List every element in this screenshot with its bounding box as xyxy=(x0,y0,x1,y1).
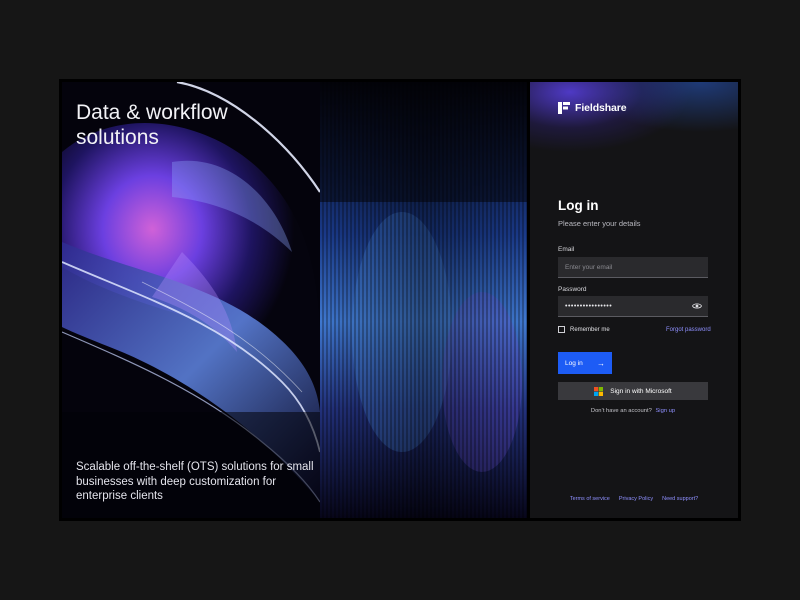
privacy-link[interactable]: Privacy Policy xyxy=(619,496,653,502)
password-label: Password xyxy=(558,286,587,293)
app-frame: Data & workflow solutions Scalable off-t… xyxy=(59,79,741,521)
eye-icon[interactable] xyxy=(692,302,702,310)
fieldshare-logo-icon xyxy=(558,102,570,114)
login-button[interactable]: Log in → xyxy=(558,352,612,374)
sign-in-microsoft-button[interactable]: Sign in with Microsoft xyxy=(558,382,708,400)
panel-header-glow xyxy=(530,82,738,192)
arrow-right-icon: → xyxy=(597,358,605,368)
no-account-text: Don’t have an account? xyxy=(590,408,652,414)
login-button-label: Log in xyxy=(565,359,583,367)
remember-me[interactable]: Remember me xyxy=(558,326,610,333)
hero-subtitle: Scalable off-the-shelf (OTS) solutions f… xyxy=(76,461,314,502)
signup-link[interactable]: Sign up xyxy=(655,408,675,414)
brand[interactable]: Fieldshare xyxy=(558,102,627,114)
remember-me-label: Remember me xyxy=(570,326,610,333)
email-label: Email xyxy=(558,246,575,253)
password-field[interactable] xyxy=(558,296,708,317)
microsoft-button-label: Sign in with Microsoft xyxy=(610,387,672,395)
footer-links: Terms of service Privacy Policy Need sup… xyxy=(530,496,738,502)
hero-panel: Data & workflow solutions Scalable off-t… xyxy=(62,82,527,518)
login-subtitle: Please enter your details xyxy=(558,219,641,228)
hero-title: Data & workflow solutions xyxy=(76,101,228,149)
forgot-password-link[interactable]: Forgot password xyxy=(666,327,711,333)
login-title: Log in xyxy=(558,198,599,213)
remember-me-checkbox[interactable] xyxy=(558,326,565,333)
email-field[interactable] xyxy=(558,257,708,278)
microsoft-logo-icon xyxy=(594,386,604,396)
support-link[interactable]: Need support? xyxy=(662,496,698,502)
terms-link[interactable]: Terms of service xyxy=(570,496,610,502)
login-panel: Fieldshare Log in Please enter your deta… xyxy=(530,82,738,518)
brand-name: Fieldshare xyxy=(575,102,627,114)
signup-row: Don’t have an account? Sign up xyxy=(558,408,708,414)
